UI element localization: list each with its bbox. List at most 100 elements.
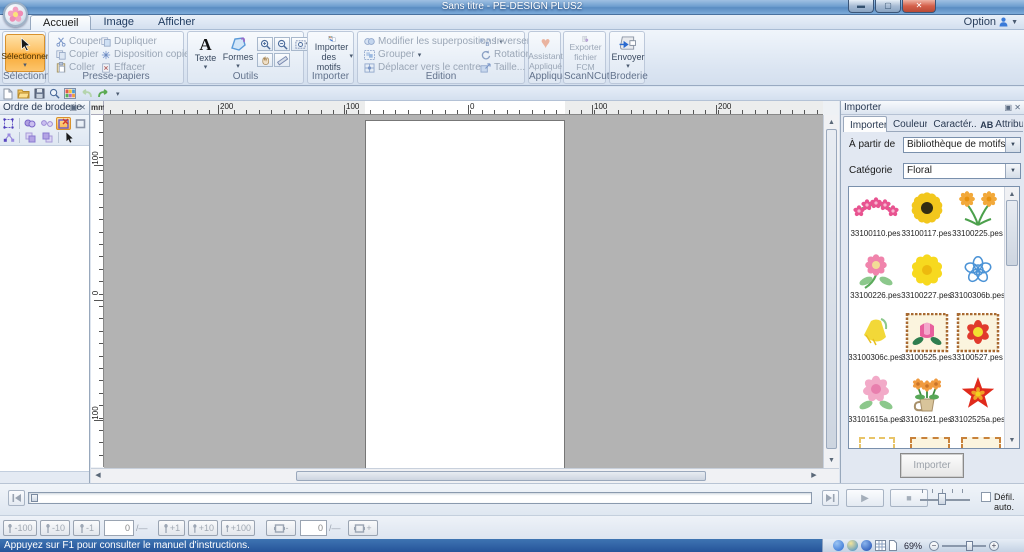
grid-toggle-icon[interactable] (875, 540, 886, 551)
pattern-thumbnail[interactable] (904, 251, 950, 291)
pattern-thumbnail[interactable] (853, 313, 899, 353)
close-panel-icon[interactable]: ✕ (79, 103, 86, 112)
design-settings-icon[interactable] (64, 88, 76, 99)
zoom-slider-handle[interactable] (966, 541, 973, 551)
stitch-minus-1-button[interactable]: -1 (73, 520, 100, 536)
go-to-start-button[interactable] (8, 490, 25, 506)
ungroup-order-button[interactable] (40, 117, 55, 130)
zoom-slider[interactable] (942, 545, 986, 547)
select-tool-button[interactable]: Sélectionner ▾ (5, 34, 45, 72)
pattern-thumbnail[interactable] (853, 375, 899, 415)
speed-slider-handle[interactable] (938, 493, 946, 505)
play-button[interactable]: ▶ (846, 489, 884, 507)
new-file-icon[interactable] (3, 88, 13, 100)
pattern-partial[interactable] (908, 437, 954, 448)
group-order-button[interactable] (23, 117, 38, 130)
pattern-thumbnail[interactable] (904, 375, 950, 415)
tab-image[interactable]: Image (91, 15, 146, 30)
horizontal-scrollbar[interactable]: ◀ ▶ (91, 468, 839, 483)
pin-icon[interactable]: ▣ (69, 103, 77, 112)
stitch-number-field[interactable]: 0 (104, 520, 134, 536)
duplicate-button[interactable]: Dupliquer (101, 36, 157, 47)
show-frame-button[interactable] (73, 117, 88, 130)
minimize-button[interactable]: ▬ (848, 0, 874, 13)
vertical-scrollbar[interactable]: ▲ ▼ (823, 115, 839, 468)
pattern-item[interactable]: 33100525.pes (901, 313, 952, 373)
open-folder-icon[interactable] (17, 88, 30, 99)
pattern-thumbnail[interactable] (955, 189, 1001, 229)
combo-arrow-icon[interactable]: ▼ (1005, 138, 1020, 152)
option-button[interactable]: Option ▼ (964, 16, 1018, 28)
design-page[interactable] (365, 120, 565, 468)
view-solid-icon[interactable] (833, 540, 844, 551)
close-panel-icon[interactable]: ✕ (1014, 103, 1021, 112)
stitch-minus-10-button[interactable]: -10 (40, 520, 70, 536)
pattern-item[interactable]: 33100226.pes (850, 251, 901, 311)
select-frame-button[interactable] (1, 117, 16, 130)
order-back-button[interactable] (23, 131, 38, 144)
order-front-button[interactable] (40, 131, 55, 144)
design-property-icon[interactable] (889, 540, 897, 551)
category-select[interactable]: Floral ▼ (903, 163, 1021, 179)
save-icon[interactable] (34, 88, 45, 99)
cut-button[interactable]: Couper (56, 36, 102, 47)
pattern-thumbnail[interactable] (955, 251, 1001, 291)
tab-importer[interactable]: Importer (843, 116, 887, 132)
order-cursor-button[interactable] (62, 131, 77, 144)
application-menu-button[interactable] (3, 2, 28, 27)
go-to-end-button[interactable] (822, 490, 839, 506)
group-objects-button[interactable]: Grouper▾ (364, 49, 421, 60)
combo-arrow-icon[interactable]: ▼ (1005, 164, 1020, 178)
pattern-item[interactable]: 33101615a.pes (850, 375, 901, 435)
export-fcm-button[interactable]: Exporterfichier FCM (565, 34, 606, 72)
pattern-item[interactable]: 33100225.pes (952, 189, 1003, 249)
color-next-button[interactable]: + (348, 520, 378, 536)
send-to-machine-button[interactable]: Envoyer▾ (611, 34, 645, 72)
stitch-plus-1-button[interactable]: +1 (158, 520, 185, 536)
zoom-in-button[interactable] (257, 37, 273, 51)
pattern-list-scrollbar[interactable]: ▲ ▼ (1004, 187, 1019, 448)
pattern-partial[interactable] (959, 437, 1005, 448)
pattern-thumbnail[interactable] (904, 313, 950, 353)
stitch-slider-handle[interactable] (31, 494, 38, 502)
import-button[interactable]: Importer (900, 453, 964, 478)
toolbar-more-icon[interactable]: ▾ (116, 90, 120, 98)
pattern-item[interactable]: 33100306c.pes (850, 313, 901, 373)
pattern-thumbnail[interactable] (853, 189, 899, 229)
sew-order-button[interactable] (1, 131, 16, 144)
zoom-out-button[interactable] (274, 37, 290, 51)
pattern-item[interactable]: 33101621.pes (901, 375, 952, 435)
tab-caracteristiques[interactable]: Caractér... (927, 116, 976, 132)
pattern-item[interactable]: 33100117.pes (901, 189, 952, 249)
stitch-progress-slider[interactable] (28, 492, 812, 504)
pattern-item[interactable]: 33100227.pes (901, 251, 952, 311)
pattern-item[interactable]: 33100527.pes (952, 313, 1003, 373)
color-number-field[interactable]: 0 (300, 520, 327, 536)
sewing-order-list[interactable] (0, 146, 89, 472)
color-previous-button[interactable]: - (266, 520, 296, 536)
import-patterns-button[interactable]: Importer des motifs▾ (310, 34, 353, 72)
tab-couleur[interactable]: Couleur (887, 116, 927, 132)
pattern-item[interactable]: 33100110.pes (850, 189, 901, 249)
view-realistic-icon[interactable] (861, 540, 872, 551)
pin-icon[interactable]: ▣ (1004, 103, 1012, 112)
maximize-button[interactable]: ▢ (875, 0, 901, 13)
pattern-thumbnail[interactable] (955, 375, 1001, 415)
auto-scroll-checkbox[interactable] (981, 492, 991, 502)
pattern-item[interactable]: 33102525a.pes (952, 375, 1003, 435)
shapes-tool-button[interactable]: Formes▾ (222, 34, 254, 72)
stitch-minus-100-button[interactable]: -100 (3, 520, 37, 536)
tab-attributs[interactable]: AB Attribut... (976, 116, 1023, 132)
tab-afficher[interactable]: Afficher (146, 15, 207, 30)
zoom-out-button[interactable]: − (929, 541, 939, 551)
applique-wizard-button[interactable]: ♥ AssistantAppliqué (530, 34, 561, 72)
stitch-plus-10-button[interactable]: +10 (188, 520, 218, 536)
close-button[interactable]: ✕ (902, 0, 936, 13)
pattern-thumbnail[interactable] (853, 251, 899, 291)
pattern-thumbnail[interactable] (904, 189, 950, 229)
from-select[interactable]: Bibliothèque de motifs ▼ (903, 137, 1021, 153)
zoom-icon[interactable] (49, 88, 60, 99)
zoom-in-button[interactable]: + (989, 541, 999, 551)
pan-hand-button[interactable] (257, 53, 273, 67)
pattern-partial[interactable] (857, 437, 897, 448)
